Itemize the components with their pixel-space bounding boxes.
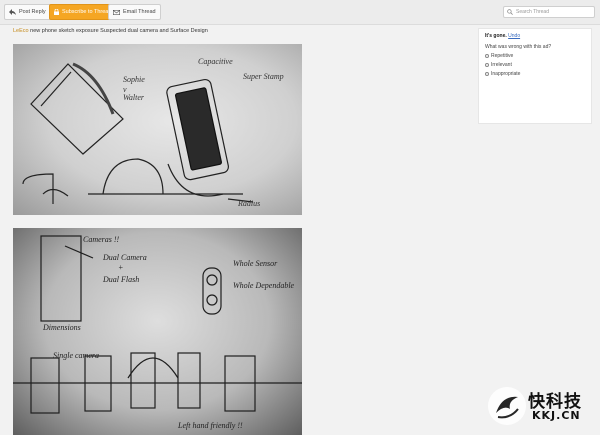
radio-inappropriate[interactable] [485,72,489,76]
search-box[interactable] [503,6,595,18]
envelope-icon [113,9,120,15]
option-label: Repetitive [491,53,514,59]
subscribe-label: Subscribe to Thread [62,9,112,15]
svg-text:Dual Camera: Dual Camera [102,253,147,262]
svg-text:Whole Dependable: Whole Dependable [233,281,295,290]
headline-text: new phone sketch exposure Suspected dual… [28,28,208,34]
undo-link[interactable]: Undo [508,33,520,39]
thread-toolbar: Post Reply Subscribe to Thread Email Thr… [0,0,600,25]
option-label: Irrelevant [491,62,512,68]
swirl-logo-icon [496,396,519,419]
ad-option-repetitive[interactable]: Repetitive [485,53,585,59]
svg-text:Capacitive: Capacitive [198,57,233,66]
svg-text:Walter: Walter [123,93,145,102]
svg-text:Left hand friendly !!: Left hand friendly !! [177,421,243,430]
ad-option-irrelevant[interactable]: Irrelevant [485,62,585,68]
site-watermark: 快科技 KKJ.CN [488,383,596,431]
ad-gone-text: It's gone. [485,33,507,39]
ad-feedback-panel: It's gone. Undo What was wrong with this… [478,28,592,124]
email-thread-button[interactable]: Email Thread [108,4,161,20]
reply-arrow-icon [9,9,16,15]
lock-icon [54,9,59,15]
sketch-photo-phone-front: Sophie v Walter Capacitive Super Stamp R… [13,44,302,215]
svg-text:Cameras !!: Cameras !! [83,235,120,244]
svg-text:Whole Sensor: Whole Sensor [233,259,278,268]
sketch-photo-camera-design: Cameras !! Dual Camera + Dual Flash Whol… [13,228,302,435]
svg-text:Sophie: Sophie [123,75,145,84]
svg-text:+: + [118,263,123,272]
post-reply-label: Post Reply [19,9,46,15]
brand-link[interactable]: LeEco [13,28,29,34]
ad-option-inappropriate[interactable]: Inappropriate [485,71,585,77]
svg-text:Single camera: Single camera [53,351,99,360]
search-input[interactable] [516,9,591,15]
watermark-logo [488,387,526,425]
search-icon [507,9,513,15]
svg-text:Dimensions: Dimensions [42,323,81,332]
watermark-domain: KKJ.CN [532,409,581,422]
svg-text:Super Stamp: Super Stamp [243,72,284,81]
radio-irrelevant[interactable] [485,63,489,67]
post-reply-button[interactable]: Post Reply [4,4,51,20]
ad-feedback-question: What was wrong with this ad? [485,44,552,50]
svg-text:Dual Flash: Dual Flash [102,275,139,284]
subscribe-button[interactable]: Subscribe to Thread [49,4,117,20]
svg-text:Radius: Radius [237,199,260,208]
post-headline: LeEco new phone sketch exposure Suspecte… [13,28,208,34]
email-thread-label: Email Thread [123,9,156,15]
radio-repetitive[interactable] [485,54,489,58]
option-label: Inappropriate [491,71,521,77]
